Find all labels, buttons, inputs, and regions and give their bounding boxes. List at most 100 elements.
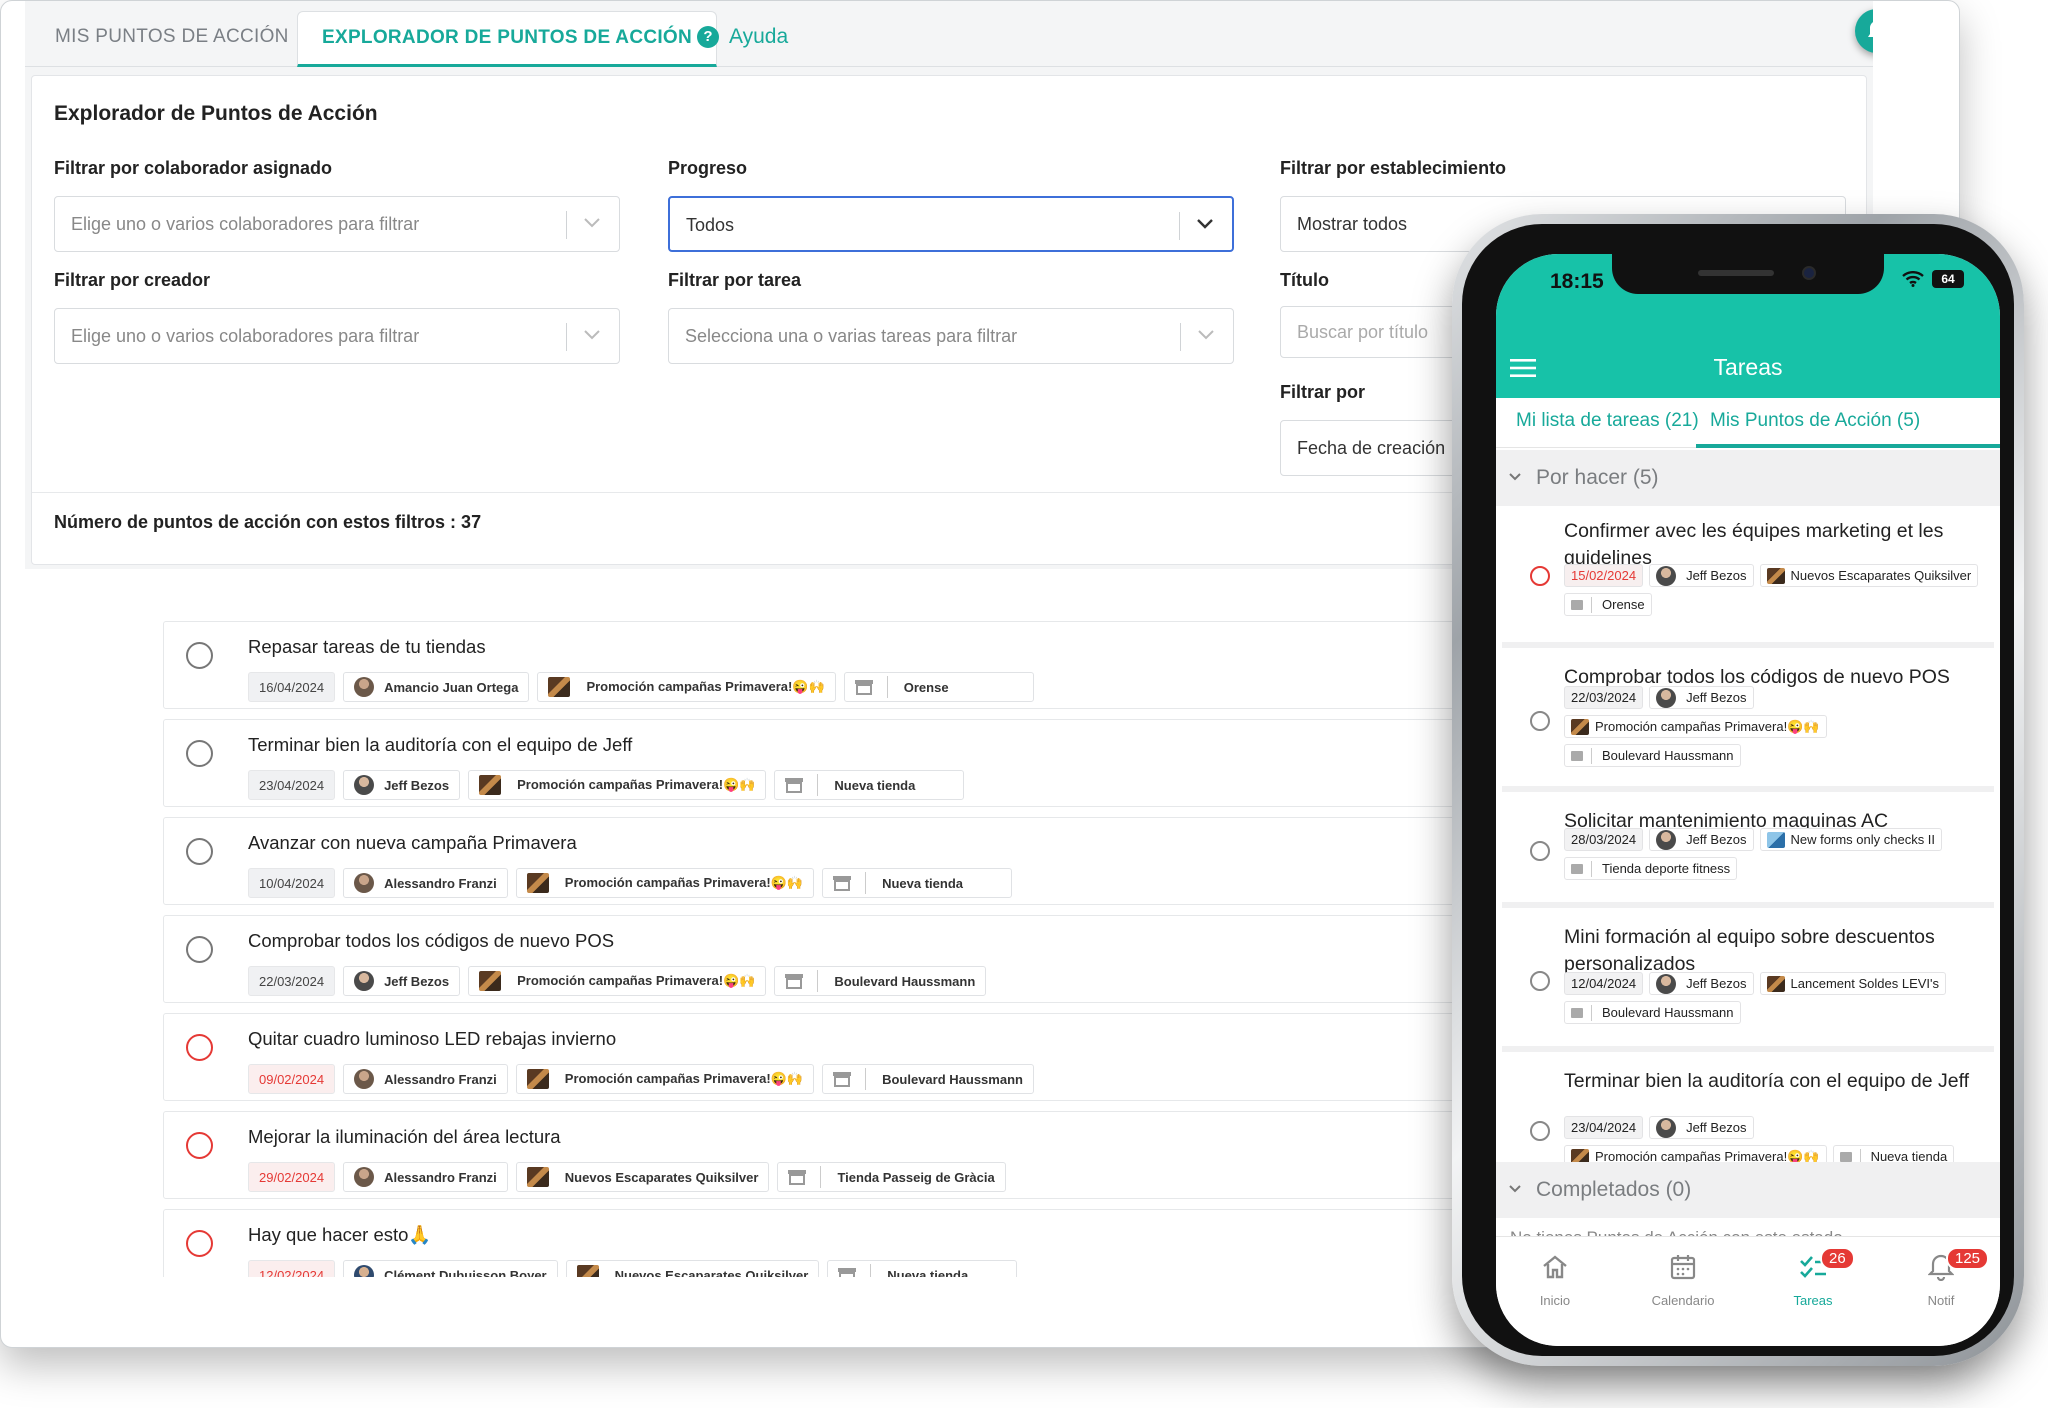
nav-notifications[interactable]: 125 Notif [1886, 1247, 1996, 1308]
complete-checkbox[interactable] [186, 740, 213, 767]
table-row[interactable]: Comprobar todos los códigos de nuevo POS… [163, 915, 1603, 1003]
task-filter-select[interactable]: Selecciona una o varias tareas para filt… [668, 308, 1234, 364]
avatar [354, 1167, 375, 1187]
task-chip: Promoción campañas Primavera!😜🙌 [468, 966, 767, 996]
store-chip: Orense [843, 672, 1034, 702]
table-row[interactable]: Repasar tareas de tu tiendas 16/04/2024 Am… [163, 621, 1603, 709]
store-name: Tienda Passeig de Gràcia [837, 1169, 995, 1185]
progress-filter-label: Progreso [668, 158, 748, 178]
creator-filter-label: Filtrar por creador [54, 270, 211, 290]
task-chip: Nuevos Escaparates Quiksilver [1759, 564, 1979, 587]
group-todo-header[interactable]: Por hacer (5) [1496, 450, 2000, 506]
complete-checkbox[interactable] [186, 642, 213, 669]
task-thumbnail [1766, 831, 1785, 848]
due-date-chip: 22/03/2024 [248, 966, 336, 996]
complete-checkbox[interactable] [1530, 711, 1550, 731]
store-icon [788, 1170, 807, 1185]
task-name: Nuevos Escaparates Quiksilver [564, 1169, 759, 1185]
tab-my-action-points[interactable]: Mis Puntos de Acción (5) [1710, 410, 1920, 432]
action-point-meta: 12/04/2024 Jeff Bezos Lancement Soldes LEV… [1564, 972, 1984, 1024]
nav-home-label: Inicio [1539, 1293, 1571, 1308]
avatar [1656, 973, 1677, 994]
table-row[interactable]: Quitar cuadro luminoso LED rebajas invie… [163, 1013, 1603, 1101]
complete-checkbox[interactable] [186, 838, 213, 865]
chip-divider [865, 872, 867, 894]
due-date-chip: 09/02/2024 [248, 1064, 336, 1094]
table-row[interactable]: Hay que hacer esto🙏 12/02/2024 Clément Dub… [163, 1209, 1603, 1277]
task-chip: Nuevos Escaparates Quiksilver [515, 1162, 770, 1192]
store-icon [833, 876, 852, 891]
nav-home[interactable]: Inicio [1500, 1253, 1610, 1308]
nav-tasks[interactable]: 26 Tareas [1758, 1247, 1868, 1308]
task-thumbnail [1571, 718, 1589, 735]
table-row[interactable]: Mejorar la iluminación del área lectura 2… [163, 1111, 1603, 1199]
assigned-filter-placeholder: Elige uno o varios colaboradores para fi… [71, 214, 420, 234]
task-thumbnail [526, 873, 549, 893]
due-date-chip: 15/02/2024 [1564, 564, 1644, 587]
list-item[interactable]: Comprobar todos los códigos de nuevo POS… [1502, 654, 1994, 792]
complete-checkbox[interactable] [1530, 841, 1550, 861]
assignee-name: Clément Dubuisson Boyer [384, 1267, 547, 1278]
store-name: Nueva tienda [834, 777, 916, 793]
list-item[interactable]: Solicitar mantenimiento maquinas AC 28/03… [1502, 798, 1994, 908]
select-separator [566, 211, 567, 239]
tab-my-task-list[interactable]: Mi lista de tareas (21) [1516, 410, 1699, 432]
group-todo-title: Por hacer (5) [1536, 466, 1659, 489]
phone-tabs: Mi lista de tareas (21) Mis Puntos de Ac… [1496, 398, 2000, 448]
complete-checkbox[interactable] [186, 1034, 213, 1061]
nav-calendar-label: Calendario [1651, 1293, 1715, 1308]
tasks-badge: 26 [1820, 1247, 1855, 1270]
task-thumbnail [1766, 975, 1785, 992]
nav-calendar[interactable]: Calendario [1628, 1253, 1738, 1308]
complete-checkbox[interactable] [186, 1132, 213, 1159]
tab-my-action-points[interactable]: MIS PUNTOS DE ACCIÓN [55, 11, 289, 67]
action-point-title: Terminar bien la auditoría con el equipo… [1564, 1070, 1970, 1092]
help-link[interactable]: ? Ayuda [697, 25, 788, 49]
table-row[interactable]: Terminar bien la auditoría con el equipo… [163, 719, 1603, 807]
assignee-chip: Jeff Bezos [1649, 564, 1754, 587]
group-done-header[interactable]: Completados (0) [1496, 1162, 2000, 1218]
title-filter-label: Título [1280, 270, 1329, 290]
phone-notch [1612, 254, 1884, 294]
store-icon [1571, 599, 1583, 610]
results-count: Número de puntos de acción con estos fil… [54, 512, 482, 532]
complete-checkbox[interactable] [1530, 566, 1550, 586]
action-point-meta: 09/02/2024 Alessandro Franzi Promoción cam… [248, 1064, 1034, 1094]
list-item[interactable]: Confirmer avec les équipes marketing et … [1502, 508, 1994, 648]
store-name: Tienda deporte fitness [1602, 861, 1731, 876]
complete-checkbox[interactable] [186, 936, 213, 963]
action-point-title: Mejorar la iluminación del área lectura [248, 1126, 561, 1147]
assigned-filter-select[interactable]: Elige uno o varios colaboradores para fi… [54, 196, 620, 252]
creator-filter-select[interactable]: Elige uno o varios colaboradores para fi… [54, 308, 620, 364]
app-title: Tareas [1713, 354, 1783, 380]
task-chip: Nuevos Escaparates Quiksilver [565, 1260, 820, 1277]
task-name: New forms only checks II [1790, 832, 1936, 847]
complete-checkbox[interactable] [186, 1230, 213, 1257]
chevron-down-icon [584, 218, 600, 228]
avatar [354, 1265, 375, 1277]
complete-checkbox[interactable] [1530, 971, 1550, 991]
select-separator [1179, 212, 1180, 240]
help-icon: ? [697, 26, 719, 48]
avatar [354, 1069, 375, 1089]
table-row[interactable]: Avanzar con nueva campaña Primavera 10/04… [163, 817, 1603, 905]
task-thumbnail [479, 775, 502, 795]
complete-checkbox[interactable] [1530, 1121, 1550, 1141]
avatar [354, 873, 375, 893]
list-item[interactable]: Mini formación al equipo sobre descuento… [1502, 914, 1994, 1052]
action-point-meta: 23/04/2024 Jeff Bezos Promoción campañas P… [1564, 1116, 1984, 1168]
store-name: Nueva tienda [887, 1267, 969, 1278]
notifications-button[interactable]: 25 [1855, 9, 1873, 53]
task-thumbnail [479, 971, 502, 991]
action-point-meta: 10/04/2024 Alessandro Franzi Promoción cam… [248, 868, 1013, 898]
nav-tasks-label: Tareas [1793, 1293, 1833, 1308]
chip-divider [886, 676, 888, 698]
progress-filter-select[interactable]: Todos [668, 196, 1234, 252]
action-point-meta: 12/02/2024 Clément Dubuisson Boyer Nuevos … [248, 1260, 1018, 1278]
filter-by-label: Filtrar por [1280, 382, 1366, 402]
avatar [354, 775, 375, 795]
wifi-icon [1902, 271, 1924, 287]
task-chip: Promoción campañas Primavera!😜🙌 [468, 770, 767, 800]
tab-action-points-explorer[interactable]: EXPLORADOR DE PUNTOS DE ACCIÓN [297, 11, 718, 67]
store-icon [854, 680, 873, 695]
